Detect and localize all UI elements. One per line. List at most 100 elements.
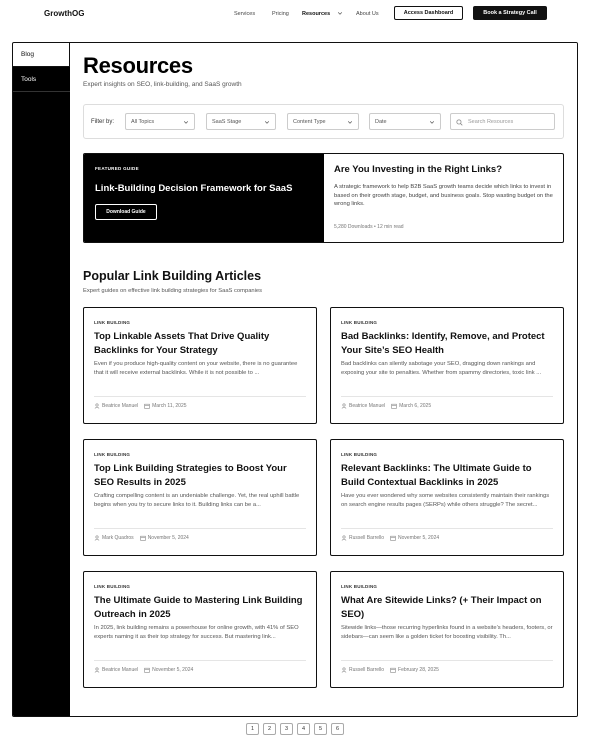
saas-stage-select[interactable]: SaaS Stage (206, 113, 276, 130)
article-card[interactable]: LINK BUILDING Top Linkable Assets That D… (83, 307, 317, 424)
nav-resources[interactable]: Resources (302, 11, 330, 17)
featured-title: Link-Building Decision Framework for Saa… (95, 183, 293, 194)
article-tag: LINK BUILDING (341, 320, 378, 325)
saas-stage-select-value: SaaS Stage (212, 119, 242, 125)
article-meta: Beatrice Manuel March 6, 2025 (341, 403, 431, 409)
calendar-icon (139, 535, 146, 541)
page-button-2[interactable]: 2 (263, 723, 276, 735)
divider (341, 528, 553, 529)
article-meta: Beatrice Manuel November 5, 2024 (94, 667, 193, 673)
article-date: November 5, 2024 (147, 535, 189, 541)
article-meta: Beatrice Manuel March 11, 2025 (94, 403, 187, 409)
calendar-icon (390, 535, 396, 541)
featured-heading: Are You Investing in the Right Links? (334, 164, 503, 175)
sidebar-item-tools[interactable]: Tools (13, 68, 70, 92)
article-card[interactable]: LINK BUILDING The Ultimate Guide to Mast… (83, 571, 317, 688)
article-card[interactable]: LINK BUILDING Relevant Backlinks: The Ul… (330, 439, 564, 556)
sidebar: Blog Tools (13, 43, 70, 716)
content-type-select-value: Content Type (293, 119, 326, 125)
divider (94, 528, 306, 529)
article-author: Mark Quadros (102, 535, 134, 541)
page-button-3[interactable]: 3 (280, 723, 293, 735)
article-title[interactable]: What Are Sitewide Links? (+ Their Impact… (341, 594, 555, 622)
article-title[interactable]: Top Link Building Strategies to Boost Yo… (94, 462, 308, 490)
section-subtitle: Expert guides on effective link building… (83, 288, 263, 294)
chevron-down-icon[interactable] (337, 10, 343, 16)
user-icon (341, 535, 347, 541)
date-select-value: Date (375, 119, 387, 125)
divider (94, 396, 306, 397)
page-button-5[interactable]: 5 (314, 723, 327, 735)
chevron-down-icon (264, 121, 270, 124)
article-meta: Mark Quadros November 5, 2024 (94, 535, 189, 541)
sidebar-item-blog[interactable]: Blog (13, 43, 70, 67)
page-button-1[interactable]: 1 (246, 723, 259, 735)
chevron-down-icon (183, 121, 189, 124)
article-author: Beatrice Manuel (102, 667, 139, 673)
article-title[interactable]: The Ultimate Guide to Mastering Link Bui… (94, 594, 308, 622)
article-tag: LINK BUILDING (94, 584, 131, 589)
page-subtitle: Expert insights on SEO, link-building, a… (83, 81, 242, 88)
divider (94, 660, 306, 661)
article-meta: Russell Barrello November 5, 2024 (341, 535, 439, 541)
article-card[interactable]: LINK BUILDING What Are Sitewide Links? (… (330, 571, 564, 688)
access-dashboard-button[interactable]: Access Dashboard (394, 6, 463, 20)
article-tag: LINK BUILDING (341, 452, 378, 457)
user-icon (341, 667, 347, 673)
topics-select-value: All Topics (131, 119, 155, 125)
article-date: November 5, 2024 (152, 667, 194, 673)
article-author: Beatrice Manuel (102, 403, 139, 409)
article-tag: LINK BUILDING (94, 320, 131, 325)
nav-about-us[interactable]: About Us (356, 11, 379, 17)
featured-guide-details: Are You Investing in the Right Links? A … (324, 154, 563, 242)
featured-tag: FEATURED GUIDE (95, 166, 139, 171)
article-author: Russell Barrello (349, 535, 385, 541)
article-excerpt: In 2025, link building remains a powerho… (94, 625, 299, 640)
divider (341, 660, 553, 661)
main-content: Resources Expert insights on SEO, link-b… (70, 43, 577, 716)
article-card[interactable]: LINK BUILDING Top Link Building Strategi… (83, 439, 317, 556)
article-card[interactable]: LINK BUILDING Bad Backlinks: Identify, R… (330, 307, 564, 424)
page-button-4[interactable]: 4 (297, 723, 310, 735)
article-author: Beatrice Manuel (349, 403, 386, 409)
search-placeholder: Search Resources (468, 119, 514, 125)
user-icon (94, 403, 100, 409)
article-title[interactable]: Top Linkable Assets That Drive Quality B… (94, 330, 308, 358)
logo[interactable]: GrowthOG (44, 9, 84, 18)
search-icon (456, 119, 463, 126)
featured-guide-card[interactable]: FEATURED GUIDE Link-Building Decision Fr… (83, 153, 564, 243)
article-title[interactable]: Bad Backlinks: Identify, Remove, and Pro… (341, 330, 555, 358)
calendar-icon (390, 667, 396, 673)
article-author: Russell Barrello (349, 667, 385, 673)
page-title: Resources (83, 53, 193, 78)
nav-pricing[interactable]: Pricing (272, 11, 289, 17)
search-input[interactable]: Search Resources (450, 113, 555, 130)
article-date: November 5, 2024 (398, 535, 440, 541)
section-title: Popular Link Building Articles (83, 269, 262, 283)
filter-label: Filter by: (91, 119, 115, 125)
content-type-select[interactable]: Content Type (287, 113, 359, 130)
page-button-6[interactable]: 6 (331, 723, 344, 735)
book-strategy-call-button[interactable]: Book a Strategy Call (473, 6, 547, 20)
featured-guide-banner: FEATURED GUIDE Link-Building Decision Fr… (84, 154, 324, 242)
topics-select[interactable]: All Topics (125, 113, 195, 130)
article-tag: LINK BUILDING (341, 584, 378, 589)
featured-meta: 5,280 Downloads • 12 min read (334, 224, 404, 230)
article-title[interactable]: Relevant Backlinks: The Ultimate Guide t… (341, 462, 555, 490)
filter-bar: Filter by: All Topics SaaS Stage Content… (83, 104, 564, 139)
article-excerpt: Sitewide links—those recurring hyperlink… (341, 625, 553, 640)
article-excerpt: Even if you produce high-quality content… (94, 361, 298, 376)
pagination: 1 2 3 4 5 6 (246, 723, 348, 735)
nav-services[interactable]: Services (234, 11, 255, 17)
article-date: February 28, 2025 (398, 667, 439, 673)
chevron-down-icon (347, 121, 353, 124)
article-excerpt: Crafting compelling content is an undeni… (94, 493, 300, 508)
article-excerpt: Have you ever wondered why some websites… (341, 493, 550, 508)
user-icon (94, 667, 100, 673)
date-select[interactable]: Date (369, 113, 441, 130)
calendar-icon (391, 403, 397, 409)
chevron-down-icon (429, 121, 435, 124)
calendar-icon (144, 667, 150, 673)
download-guide-button[interactable]: Download Guide (95, 204, 157, 220)
article-meta: Russell Barrello February 28, 2025 (341, 667, 439, 673)
